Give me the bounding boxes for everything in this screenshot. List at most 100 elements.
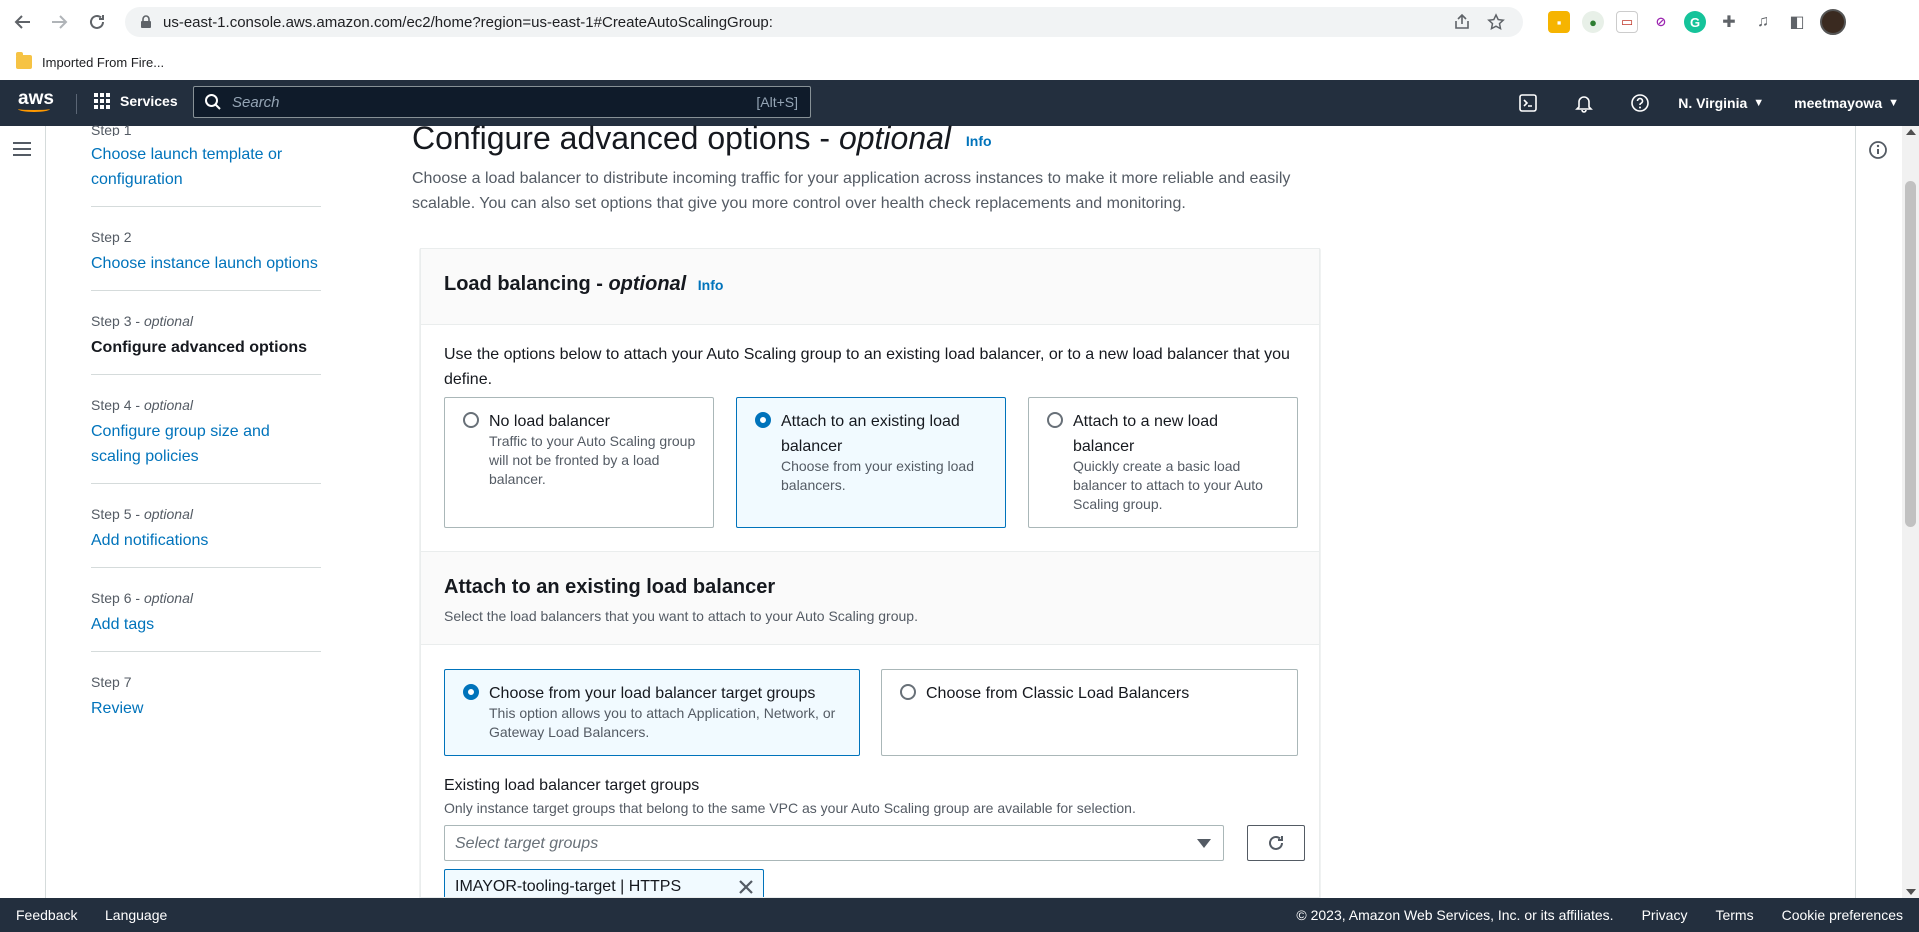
side-panel-icon[interactable]: ◧ (1786, 11, 1808, 33)
page-scrollbar[interactable] (1902, 126, 1919, 898)
option-target-groups[interactable]: Choose from your load balancer target gr… (444, 669, 860, 756)
option-description: This option allows you to attach Applica… (489, 705, 836, 740)
share-icon[interactable] (1453, 13, 1471, 31)
reload-icon[interactable] (84, 9, 110, 35)
option-new-load-balancer[interactable]: Attach to a new load balancer Quickly cr… (1028, 397, 1298, 528)
extensions-puzzle-icon[interactable]: ✚ (1718, 11, 1740, 33)
page-info-link[interactable]: Info (966, 133, 992, 149)
target-groups-select[interactable]: Select target groups (444, 825, 1224, 861)
help-icon[interactable] (1630, 93, 1650, 113)
info-panel-icon[interactable] (1868, 140, 1888, 160)
search-icon (205, 94, 221, 110)
bookmarks-bar: Imported From Fire... (0, 44, 1919, 80)
folder-icon (16, 52, 32, 69)
scroll-up-icon[interactable] (1906, 129, 1916, 135)
cloudshell-icon[interactable] (1518, 93, 1538, 113)
wizard-step: Step 5 - optional Add notifications (91, 506, 321, 568)
option-no-load-balancer[interactable]: No load balancer Traffic to your Auto Sc… (444, 397, 714, 528)
step-number: Step 3 - optional (91, 313, 193, 329)
step-number: Step 6 - optional (91, 590, 193, 606)
option-existing-load-balancer[interactable]: Attach to an existing load balancer Choo… (736, 397, 1006, 528)
option-description: Traffic to your Auto Scaling group will … (489, 433, 696, 487)
selected-target-group-token: IMAYOR-tooling-target | HTTPS (444, 869, 764, 897)
radio-target-groups[interactable] (463, 684, 479, 700)
privacy-link[interactable]: Privacy (1642, 907, 1688, 923)
target-groups-description: Only instance target groups that belong … (444, 800, 1136, 816)
wizard-step: Step 2 Choose instance launch options (91, 229, 321, 291)
notifications-bell-icon[interactable] (1574, 93, 1594, 113)
url-text: us-east-1.console.aws.amazon.com/ec2/hom… (163, 13, 773, 31)
token-label: IMAYOR-tooling-target | HTTPS (455, 878, 682, 895)
option-classic-load-balancers[interactable]: Choose from Classic Load Balancers (881, 669, 1298, 756)
panel-header: Load balancing - optional Info (421, 249, 1319, 325)
step-link-review[interactable]: Review (91, 696, 321, 721)
option-title: No load balancer (489, 413, 610, 430)
step-link-notifications[interactable]: Add notifications (91, 528, 321, 553)
tools-panel-divider (1855, 126, 1856, 898)
load-balancing-intro: Use the options below to attach your Aut… (444, 346, 1290, 388)
search-input[interactable]: Search [Alt+S] (193, 86, 811, 118)
keep-extension-icon[interactable]: ▪ (1548, 11, 1570, 33)
page-title-optional: optional (838, 120, 952, 156)
services-label: Services (120, 93, 178, 109)
account-menu[interactable]: meetmayowa ▼ (1794, 95, 1899, 111)
region-selector[interactable]: N. Virginia ▼ (1678, 95, 1764, 111)
refresh-button[interactable] (1247, 825, 1305, 861)
step-number: Step 1 (91, 122, 132, 136)
aws-logo[interactable]: aws (18, 88, 58, 118)
address-bar[interactable]: us-east-1.console.aws.amazon.com/ec2/hom… (125, 7, 1523, 37)
globe-extension-icon[interactable]: ● (1582, 11, 1604, 33)
cast-extension-icon[interactable]: ▭ (1616, 11, 1638, 33)
wizard-step: Step 4 - optional Configure group size a… (91, 397, 321, 484)
refresh-icon (1269, 835, 1283, 850)
option-title: Attach to an existing load balancer (781, 413, 960, 455)
step-link-group-size[interactable]: Configure group size and scaling policie… (91, 419, 321, 469)
services-menu-button[interactable]: Services (94, 93, 178, 109)
lock-icon (141, 15, 151, 28)
radio-new-load-balancer[interactable] (1047, 412, 1063, 428)
wizard-step: Step 3 - optional Configure advanced opt… (91, 313, 321, 375)
step-current-advanced-options: Configure advanced options (91, 339, 308, 356)
page-description: Choose a load balancer to distribute inc… (412, 170, 1291, 212)
option-description: Choose from your existing load balancers… (781, 458, 974, 493)
radio-existing-load-balancer[interactable] (755, 412, 771, 428)
step-link-instance-launch-options[interactable]: Choose instance launch options (91, 251, 321, 276)
page-title-text: Configure advanced options - (412, 120, 839, 156)
bookmark-star-icon[interactable] (1487, 13, 1505, 31)
copyright-text: © 2023, Amazon Web Services, Inc. or its… (1296, 907, 1614, 923)
option-description: Quickly create a basic load balancer to … (1073, 458, 1263, 512)
bookmark-folder-label[interactable]: Imported From Fire... (42, 55, 164, 70)
media-icon[interactable]: ♫ (1752, 11, 1774, 33)
cookie-preferences-link[interactable]: Cookie preferences (1782, 907, 1903, 923)
aws-logo-text: aws (18, 88, 54, 109)
option-title: Attach to a new load balancer (1073, 413, 1218, 455)
step-link-tags[interactable]: Add tags (91, 612, 321, 637)
load-balancing-title: Load balancing - optional Info (444, 273, 724, 295)
load-balancing-info-link[interactable]: Info (698, 277, 724, 293)
step-number: Step 7 (91, 674, 132, 690)
language-link[interactable]: Language (105, 907, 167, 923)
terms-link[interactable]: Terms (1715, 907, 1753, 923)
search-shortcut: [Alt+S] (756, 94, 798, 110)
wizard-step: Step 6 - optional Add tags (91, 590, 321, 652)
grid-icon (94, 93, 110, 109)
close-icon[interactable] (737, 878, 755, 896)
target-groups-label: Existing load balancer target groups (444, 777, 700, 794)
attach-existing-header: Attach to an existing load balancer Sele… (421, 551, 1319, 645)
feedback-link[interactable]: Feedback (16, 907, 77, 923)
radio-no-load-balancer[interactable] (463, 412, 479, 428)
grammarly-extension-icon[interactable]: G (1684, 11, 1706, 33)
browser-toolbar: us-east-1.console.aws.amazon.com/ec2/hom… (0, 0, 1919, 44)
menu-hamburger-icon[interactable] (13, 142, 31, 160)
radio-classic-load-balancers[interactable] (900, 684, 916, 700)
scroll-down-icon[interactable] (1906, 889, 1916, 895)
scrollbar-thumb[interactable] (1905, 181, 1916, 527)
block-extension-icon[interactable]: ⊘ (1650, 11, 1672, 33)
step-link-launch-template[interactable]: Choose launch template or configuration (91, 142, 321, 192)
caret-down-icon: ▼ (1888, 97, 1899, 109)
forward-icon[interactable] (46, 9, 72, 35)
target-groups-placeholder: Select target groups (455, 835, 599, 852)
back-icon[interactable] (10, 9, 36, 35)
console-footer: Feedback Language © 2023, Amazon Web Ser… (0, 898, 1919, 932)
profile-avatar[interactable] (1820, 9, 1846, 35)
